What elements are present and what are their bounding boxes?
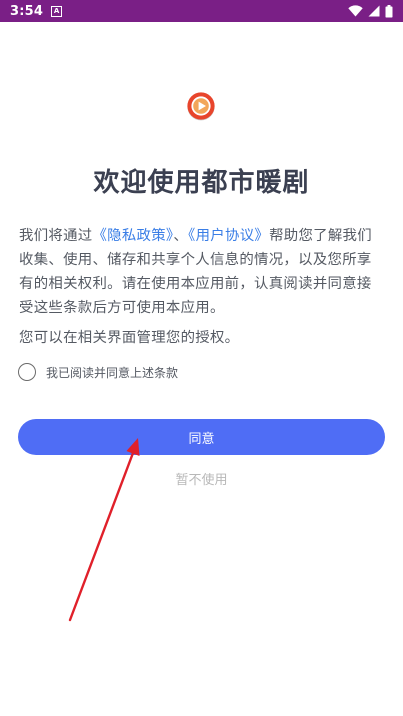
status-time: 3:54 [10, 3, 44, 19]
privacy-description: 我们将通过《隐私政策》、《用户协议》帮助您了解我们收集、使用、储存和共享个人信息… [19, 224, 385, 320]
page-title: 欢迎使用都市暖剧 [93, 168, 310, 198]
desc-separator: 、 [173, 228, 189, 244]
agree-terms-checkbox[interactable] [18, 363, 36, 381]
user-agreement-link[interactable]: 《用户协议》 [188, 228, 269, 244]
signal-icon [368, 5, 380, 17]
decline-button[interactable]: 暂不使用 [0, 468, 403, 489]
status-bar: 3:54 A [0, 0, 403, 22]
status-icons [348, 4, 393, 18]
privacy-policy-link[interactable]: 《隐私政策》 [92, 228, 173, 244]
desc-text-1: 我们将通过 [19, 228, 93, 244]
battery-icon [385, 4, 393, 17]
agree-button[interactable]: 同意 [18, 419, 385, 455]
agree-terms-row[interactable]: 我已阅读并同意上述条款 [18, 363, 178, 381]
notification-a-icon: A [51, 5, 63, 17]
app-logo-icon [187, 92, 215, 121]
agree-terms-label[interactable]: 我已阅读并同意上述条款 [46, 364, 178, 381]
wifi-icon [348, 5, 363, 17]
manage-authorization-note: 您可以在相关界面管理您的授权。 [19, 330, 240, 346]
